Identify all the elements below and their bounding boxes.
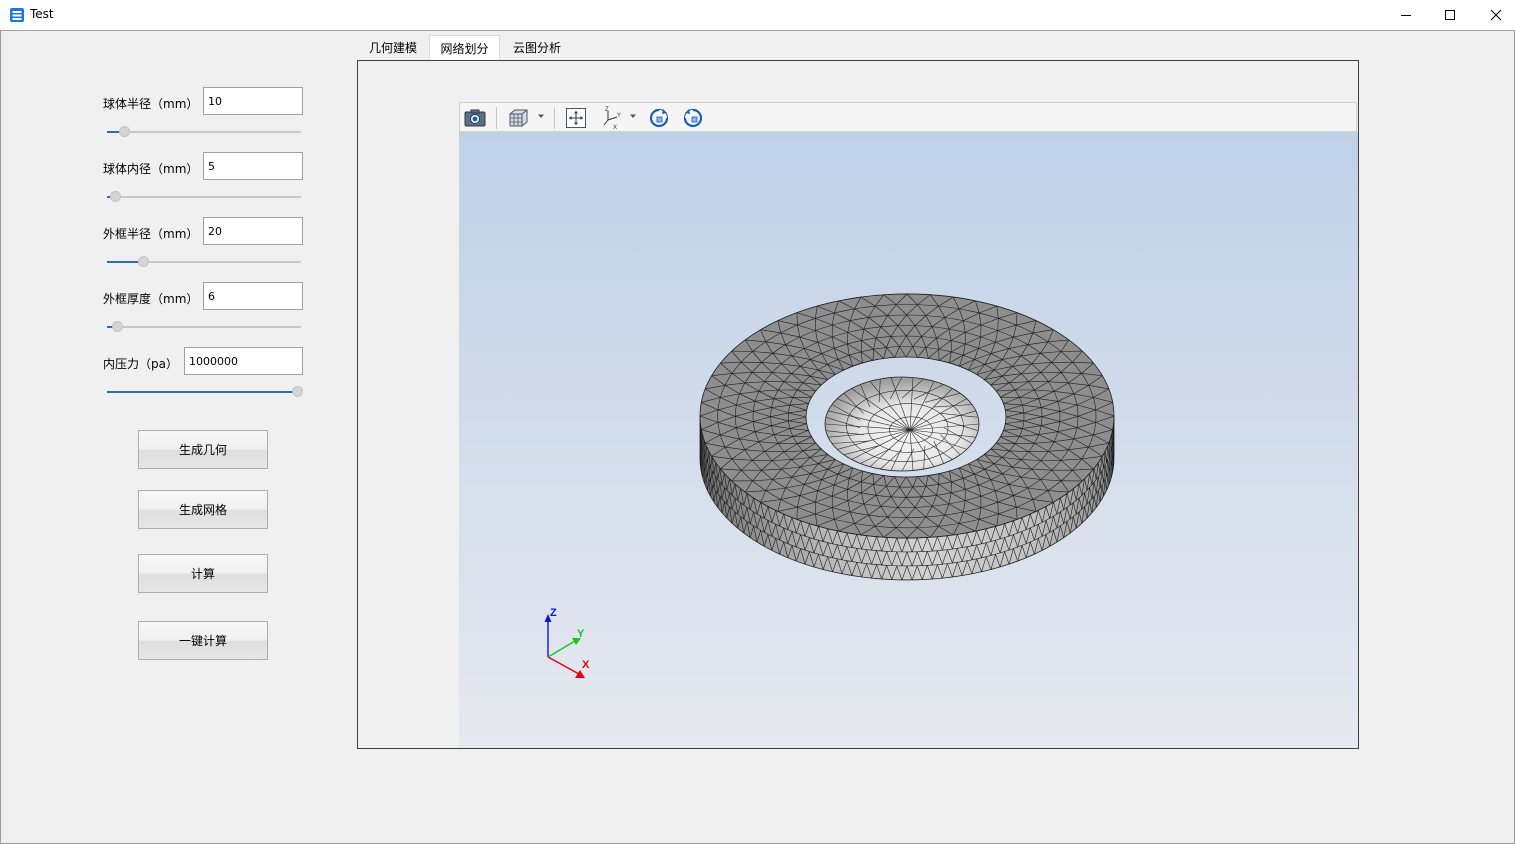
window-title: Test (30, 7, 54, 21)
y-axis-label: Y (577, 628, 585, 640)
sphere-inner-diameter-label: 球体内径（mm） (103, 162, 199, 176)
x-axis-line (547, 656, 580, 675)
x-axis-label: X (582, 659, 590, 671)
slider-fill (107, 391, 297, 393)
slider-handle[interactable] (119, 126, 131, 137)
sphere-inner-diameter-slider[interactable] (107, 190, 301, 204)
camera-icon (464, 109, 486, 127)
frame-radius-slider[interactable] (107, 255, 301, 269)
axes-orientation-button[interactable]: Z Y X (600, 106, 624, 130)
z-axis-label: Z (550, 607, 557, 619)
frame-thickness-label: 外框厚度（mm） (103, 292, 199, 306)
frame-thickness-slider[interactable] (107, 320, 301, 334)
tab-geometry-modeling[interactable]: 几何建模 (358, 35, 428, 60)
toolbar-separator (554, 107, 555, 129)
3d-viewport[interactable]: Z Y X (459, 132, 1358, 748)
maximize-icon (1445, 10, 1455, 20)
axis-triad: Z Y X (544, 607, 590, 678)
y-axis-line (547, 640, 576, 658)
rotate-ccw-icon (649, 108, 669, 128)
x-axis-arrow (575, 670, 585, 678)
viewer-toolbar: Z Y X (459, 102, 1357, 132)
svg-text:X: X (613, 125, 617, 130)
rotate-cw-icon (683, 108, 703, 128)
generate-mesh-button[interactable]: 生成网格 (138, 490, 268, 529)
svg-text:Y: Y (617, 113, 621, 119)
rotate-ccw-button[interactable] (647, 106, 671, 130)
frame-radius-label: 外框半径（mm） (103, 227, 199, 241)
sphere-radius-label: 球体半径（mm） (103, 97, 199, 111)
title-bar: Test (0, 0, 1515, 31)
tab-contour-analysis[interactable]: 云图分析 (501, 35, 573, 60)
minimize-icon (1401, 15, 1411, 16)
minimize-button[interactable] (1383, 0, 1429, 30)
axes-orientation-icon: Z Y X (603, 107, 621, 130)
slider-groove (107, 196, 301, 198)
app-icon (10, 8, 24, 22)
screenshot-button[interactable] (463, 106, 487, 130)
toolbar-separator (496, 107, 497, 129)
display-mode-button[interactable] (506, 106, 530, 130)
sphere-radius-slider[interactable] (107, 125, 301, 139)
slider-groove (107, 131, 301, 133)
sphere-radius-input[interactable] (203, 87, 303, 115)
svg-text:Z: Z (605, 107, 609, 113)
slider-handle[interactable] (109, 191, 121, 202)
fit-all-button[interactable] (564, 106, 588, 130)
slider-handle[interactable] (138, 256, 150, 267)
slider-handle[interactable] (111, 321, 123, 332)
internal-pressure-input[interactable] (184, 347, 303, 375)
tab-mesh-division[interactable]: 网络划分 (429, 35, 500, 60)
slider-groove (107, 326, 301, 328)
sphere-inner-diameter-input[interactable] (203, 152, 303, 180)
compute-button[interactable]: 计算 (138, 554, 268, 593)
chevron-down-icon[interactable] (629, 112, 637, 120)
maximize-button[interactable] (1427, 0, 1473, 30)
internal-pressure-slider[interactable] (107, 385, 303, 399)
generate-geometry-button[interactable]: 生成几何 (138, 430, 268, 469)
one-click-compute-button[interactable]: 一键计算 (138, 621, 268, 660)
close-icon (1490, 9, 1502, 21)
close-button[interactable] (1473, 0, 1515, 30)
fit-all-icon (566, 108, 586, 128)
slider-handle[interactable] (292, 386, 303, 397)
chevron-down-icon[interactable] (537, 112, 545, 120)
rotate-cw-button[interactable] (681, 106, 705, 130)
internal-pressure-label: 内压力（pa） (103, 357, 178, 371)
display-mode-cube-icon (509, 109, 528, 127)
frame-radius-input[interactable] (203, 217, 303, 245)
frame-thickness-input[interactable] (203, 282, 303, 310)
